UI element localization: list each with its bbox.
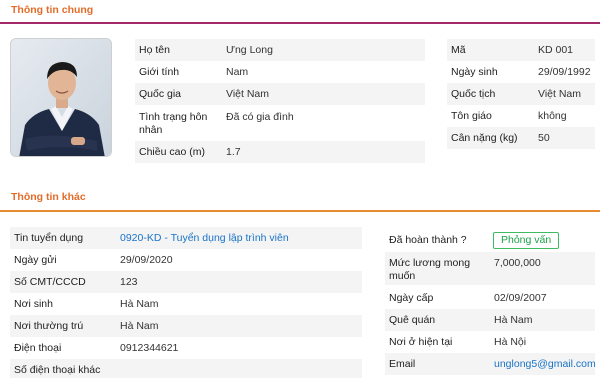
status-badge: Phỏng vấn (493, 232, 560, 249)
field-label: Nơi sinh (14, 298, 53, 310)
field-value: không (538, 110, 567, 122)
field-row-ngay-sinh: Ngày sinh 29/09/1992 (447, 61, 595, 83)
field-row-muc-luong: Mức lương mong muốn 7,000,000 (385, 252, 595, 285)
field-value: 29/09/1992 (538, 66, 591, 78)
field-label: Ngày cấp (389, 292, 434, 304)
field-label: Tình trạng hôn nhân (139, 111, 208, 136)
field-row-tinh-trang-hon-nhan: Tình trạng hôn nhân Đã có gia đình (135, 106, 425, 139)
field-row-ma: Mã KD 001 (447, 39, 595, 61)
field-row-quoc-gia: Quốc gia Việt Nam (135, 83, 425, 105)
field-row-noi-sinh: Nơi sinh Hà Nam (10, 293, 362, 315)
field-row-so-cmt: Số CMT/CCCD 123 (10, 271, 362, 293)
other-section-divider (0, 210, 600, 212)
other-section-title: Thông tin khác (11, 191, 86, 203)
field-row-email: Email unglong5@gmail.com (385, 353, 596, 375)
field-row-noi-thuong-tru: Nơi thường trú Hà Nam (10, 315, 362, 337)
general-section-title: Thông tin chung (11, 4, 94, 16)
field-label: Tin tuyển dụng (14, 232, 84, 244)
field-row-tin-tuyen-dung: Tin tuyển dụng 0920-KD - Tuyển dụng lập … (10, 227, 362, 249)
field-label: Giới tính (139, 66, 180, 78)
field-label: Quê quán (389, 314, 436, 326)
avatar (10, 38, 112, 157)
field-value: 123 (120, 276, 138, 288)
field-label: Ngày gửi (14, 254, 57, 266)
field-label: Tôn giáo (451, 110, 492, 122)
field-label: Email (389, 358, 416, 370)
field-row-quoc-tich: Quốc tịch Việt Nam (447, 83, 595, 105)
field-row-que-quan: Quê quán Hà Nam (385, 309, 595, 331)
field-label: Điện thoại (14, 342, 62, 354)
field-value: Hà Nội (494, 336, 527, 348)
field-label: Quốc tịch (451, 88, 496, 100)
field-label: Nơi ở hiện tại (389, 336, 453, 348)
field-value: Hà Nam (120, 298, 159, 310)
field-label: Chiều cao (m) (139, 146, 205, 158)
field-label: Mã (451, 44, 466, 56)
field-label: Cân nặng (kg) (451, 132, 518, 144)
field-label: Quốc gia (139, 88, 182, 100)
field-value: 29/09/2020 (120, 254, 173, 266)
field-value: Việt Nam (226, 88, 269, 100)
field-label: Nơi thường trú (14, 320, 84, 332)
field-value: Đã có gia đình (226, 111, 294, 123)
person-photo-icon (11, 39, 111, 156)
field-label: Ngày sinh (451, 66, 498, 78)
field-row-ngay-gui: Ngày gửi 29/09/2020 (10, 249, 362, 271)
field-row-noi-o-hien-tai: Nơi ở hiện tại Hà Nội (385, 331, 595, 353)
field-row-so-dien-thoai-khac: Số điện thoại khác (10, 359, 362, 378)
field-value: Ưng Long (226, 44, 273, 56)
field-label: Đã hoàn thành ? (389, 234, 467, 246)
field-value: 0912344621 (120, 342, 179, 354)
field-label: Số điện thoại khác (14, 364, 101, 376)
field-value: Nam (226, 66, 249, 78)
field-row-ho-ten: Họ tên Ưng Long (135, 39, 425, 61)
email-link[interactable]: unglong5@gmail.com (494, 353, 596, 371)
general-section-divider (0, 22, 600, 24)
field-value: 1.7 (226, 146, 241, 158)
field-value: Việt Nam (538, 88, 581, 100)
field-value: 02/09/2007 (494, 292, 547, 304)
field-row-da-hoan-thanh: Đã hoàn thành ? Phỏng vấn (385, 229, 595, 251)
field-label: Mức lương mong muốn (389, 257, 471, 282)
field-row-ngay-cap: Ngày cấp 02/09/2007 (385, 287, 595, 309)
field-value: 50 (538, 132, 550, 144)
field-value: Hà Nam (120, 320, 159, 332)
job-posting-link[interactable]: 0920-KD - Tuyển dụng lập trình viên (120, 227, 289, 245)
field-value: Hà Nam (494, 314, 533, 326)
field-value: 7,000,000 (494, 257, 541, 269)
field-row-dien-thoai: Điện thoại 0912344621 (10, 337, 362, 359)
field-label: Họ tên (139, 44, 170, 56)
field-value: KD 001 (538, 44, 574, 56)
field-label: Số CMT/CCCD (14, 276, 86, 288)
field-row-can-nang: Cân nặng (kg) 50 (447, 127, 595, 149)
field-row-chieu-cao: Chiều cao (m) 1.7 (135, 141, 425, 163)
field-row-ton-giao: Tôn giáo không (447, 105, 595, 127)
field-row-gioi-tinh: Giới tính Nam (135, 61, 425, 83)
